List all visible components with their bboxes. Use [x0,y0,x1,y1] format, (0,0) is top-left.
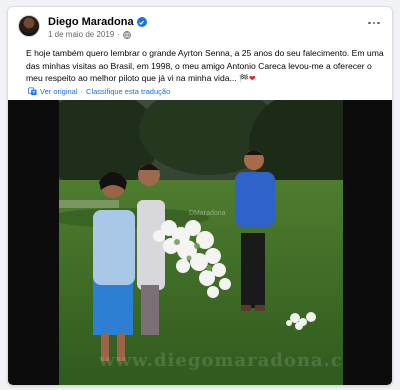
heart-emoji: ❤ [249,74,256,83]
verified-badge-icon [136,17,147,27]
see-original-link[interactable]: Ver original [40,87,78,96]
post-photo-frame: DMaradona www.diegomaradona.com [8,100,392,385]
post-photo[interactable]: DMaradona www.diegomaradona.com [59,100,343,385]
post-date[interactable]: 1 de maio de 2019 [48,30,114,39]
photo-small-watermark: DMaradona [189,210,226,217]
post-card: Diego Maradona 1 de maio de 2019 · E hoj… [7,6,393,386]
checkered-flag-emoji: 🏁 [239,74,250,83]
post-meta: 1 de maio de 2019 · [48,30,131,39]
avatar[interactable] [18,15,40,37]
post-text: E hoje também quero lembrar o grande Ayr… [26,48,384,83]
post-text-block: E hoje também quero lembrar o grande Ayr… [26,47,386,86]
more-options-icon[interactable] [366,17,382,29]
translation-separator: · [80,87,84,96]
rate-translation-link[interactable]: Classifique esta tradução [86,87,170,96]
author-name[interactable]: Diego Maradona [48,16,134,28]
translate-icon [28,87,37,96]
author-row: Diego Maradona [48,16,147,28]
translation-bar: Ver original · Classifique esta tradução [28,87,170,96]
meta-separator: · [117,30,120,39]
globe-icon [123,30,131,39]
photo-watermark: www.diegomaradona.com [99,350,343,371]
post-header: Diego Maradona 1 de maio de 2019 · [18,15,382,43]
